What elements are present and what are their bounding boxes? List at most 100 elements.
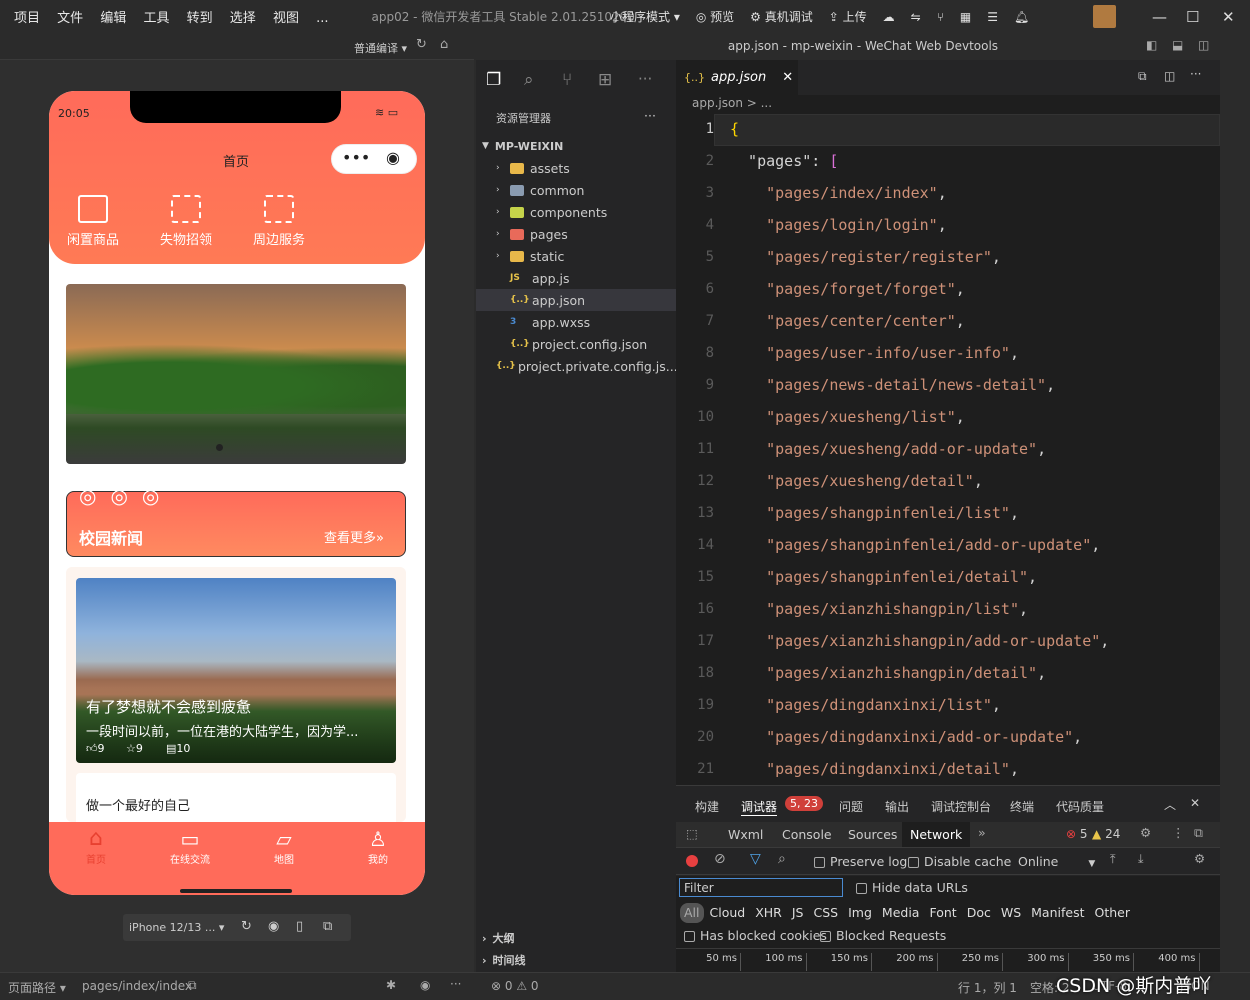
device-select[interactable]: iPhone 12/13 ... ▾ xyxy=(129,921,224,934)
settings-icon[interactable]: ⚙ xyxy=(1140,825,1151,840)
breadcrumb[interactable]: app.json > ... xyxy=(692,96,772,110)
branch-icon[interactable]: ⑂ xyxy=(937,10,944,24)
tab-home[interactable]: ⌂ 首页 xyxy=(49,822,143,882)
disable-cache-checkbox[interactable]: Disable cache xyxy=(908,854,1011,869)
inspect-icon[interactable]: ⬚ xyxy=(686,826,698,841)
split-editor-icon[interactable]: ◫ xyxy=(1164,69,1175,83)
type-filter-font[interactable]: Font xyxy=(925,903,960,923)
menu-view[interactable]: 视图 xyxy=(273,11,299,26)
popout-icon[interactable]: ⧉ xyxy=(323,919,332,934)
close-panel-icon[interactable]: ✕ xyxy=(1190,796,1200,810)
menu-edit[interactable]: 编辑 xyxy=(100,11,126,26)
layout-icon[interactable]: ▦ xyxy=(960,10,971,24)
tab-map[interactable]: ▱ 地图 xyxy=(237,822,331,882)
hide-data-urls-checkbox[interactable]: Hide data URLs xyxy=(856,880,968,895)
tab-debug-console[interactable]: 调试控制台 xyxy=(931,798,991,815)
compile-mode-select[interactable]: 普通编译 ▾ xyxy=(354,40,407,56)
undock-icon[interactable]: ⧉ xyxy=(1194,825,1203,841)
tab-problems[interactable]: 问题 xyxy=(839,798,863,815)
banner-image[interactable] xyxy=(66,284,406,464)
list-icon[interactable]: ☰ xyxy=(987,10,998,24)
blocked-requests-checkbox[interactable]: Blocked Requests xyxy=(820,928,946,943)
swap-icon[interactable]: ⇋ xyxy=(911,10,921,24)
source-control-icon[interactable]: ⑂ xyxy=(562,70,572,90)
import-icon[interactable]: ⤒ xyxy=(1110,851,1116,867)
file-item[interactable]: {..} project.private.config.js... xyxy=(476,355,678,377)
folder-item[interactable]: › pages xyxy=(476,223,676,245)
tab-chat[interactable]: ▭ 在线交流 xyxy=(143,822,237,882)
type-filter-all[interactable]: All xyxy=(680,903,704,923)
remote-debug-button[interactable]: ⚙ 真机调试 xyxy=(750,8,813,25)
upload-button[interactable]: ⇪ 上传 xyxy=(829,8,867,25)
close-icon[interactable]: ✕ xyxy=(1222,8,1235,26)
error-count[interactable]: ⊗ 5 xyxy=(1066,827,1088,841)
carousel-dot[interactable] xyxy=(216,444,223,451)
eye-icon[interactable]: ◉ xyxy=(420,978,430,992)
nav-item-idle[interactable]: 闲置商品 xyxy=(63,195,123,248)
editor-more-icon[interactable]: ··· xyxy=(1190,67,1201,81)
tab-build[interactable]: 构建 xyxy=(695,798,719,815)
tab-code-quality[interactable]: 代码质量 xyxy=(1056,798,1104,815)
rotate-icon[interactable]: ↻ xyxy=(241,919,252,934)
maximize-icon[interactable]: ☐ xyxy=(1186,8,1199,26)
files-icon[interactable]: ❐ xyxy=(486,70,501,90)
tab-output[interactable]: 输出 xyxy=(885,798,909,815)
copy-icon[interactable]: ⧉ xyxy=(188,978,197,993)
refresh-icon[interactable]: ↻ xyxy=(416,37,427,52)
tab-mine[interactable]: ♙ 我的 xyxy=(331,822,425,882)
throttle-select[interactable]: Online ▼ xyxy=(1018,854,1095,869)
record-icon[interactable] xyxy=(686,855,698,867)
cloud-icon[interactable]: ☁ xyxy=(883,10,895,24)
type-filter-img[interactable]: Img xyxy=(844,903,876,923)
tab-debugger[interactable]: 调试器 xyxy=(741,798,778,816)
view-more-link[interactable]: 查看更多» xyxy=(324,527,384,546)
file-item[interactable]: {..} app.json xyxy=(476,289,676,311)
more-icon[interactable]: ··· xyxy=(450,977,461,991)
warning-count[interactable]: ▲ 24 xyxy=(1092,827,1120,841)
phone-icon[interactable]: ▯ xyxy=(296,919,303,934)
kebab-menu-icon[interactable]: ⋮ xyxy=(1172,825,1185,840)
close-miniprogram-icon[interactable]: ◉ xyxy=(386,148,400,167)
type-filter-cloud[interactable]: Cloud xyxy=(706,903,750,923)
type-filter-manifest[interactable]: Manifest xyxy=(1027,903,1088,923)
toggle-sidebar-icon[interactable]: ◧ xyxy=(1146,38,1157,52)
avatar[interactable] xyxy=(1093,5,1116,28)
search-icon[interactable]: ⌕ xyxy=(778,851,786,867)
split-layout-icon[interactable]: ◫ xyxy=(1198,38,1209,52)
folder-item[interactable]: › components xyxy=(476,201,676,223)
mode-select[interactable]: 小程序模式 ▾ xyxy=(610,8,680,25)
filter-icon[interactable]: ▽ xyxy=(750,851,761,867)
menu-goto[interactable]: 转到 xyxy=(187,11,213,26)
explorer-more-icon[interactable]: ··· xyxy=(644,108,656,123)
type-filter-other[interactable]: Other xyxy=(1091,903,1135,923)
menu-select[interactable]: 选择 xyxy=(230,11,256,26)
tab-console[interactable]: Console xyxy=(782,827,832,842)
type-filter-xhr[interactable]: XHR xyxy=(751,903,786,923)
outline-section[interactable]: › 大纲 xyxy=(476,927,676,949)
preview-button[interactable]: ◎ 预览 xyxy=(696,8,734,25)
more-icon[interactable]: ••• xyxy=(342,148,370,167)
tab-app-json[interactable]: {..} app.json ✕ xyxy=(676,60,798,95)
type-filter-ws[interactable]: WS xyxy=(997,903,1025,923)
menu-more[interactable]: ... xyxy=(316,11,328,26)
type-filter-media[interactable]: Media xyxy=(878,903,924,923)
folder-item[interactable]: › common xyxy=(476,179,676,201)
page-path-label[interactable]: 页面路径 ▾ xyxy=(8,979,66,996)
bell-icon[interactable]: 🔔︎ xyxy=(1014,10,1029,24)
timeline-section[interactable]: › 时间线 xyxy=(476,949,676,971)
file-item[interactable]: 3 app.wxss xyxy=(476,311,676,333)
clear-cache-icon[interactable]: ⌂ xyxy=(440,37,448,52)
nav-item-nearby[interactable]: 周边服务 xyxy=(249,195,309,248)
open-preview-icon[interactable]: ⧉ xyxy=(1138,69,1147,84)
type-filter-css[interactable]: CSS xyxy=(810,903,843,923)
folder-item[interactable]: › static xyxy=(476,245,676,267)
type-filter-js[interactable]: JS xyxy=(788,903,808,923)
menu-project[interactable]: 项目 xyxy=(14,11,40,26)
folder-item[interactable]: › assets xyxy=(476,157,676,179)
tab-terminal[interactable]: 终端 xyxy=(1010,798,1034,815)
type-filter-doc[interactable]: Doc xyxy=(963,903,995,923)
extensions-icon[interactable]: ⊞ xyxy=(598,70,612,90)
nav-item-lost-found[interactable]: 失物招领 xyxy=(156,195,216,248)
export-icon[interactable]: ⤓ xyxy=(1138,851,1144,867)
cursor-position[interactable]: 行 1，列 1 xyxy=(958,979,1017,996)
